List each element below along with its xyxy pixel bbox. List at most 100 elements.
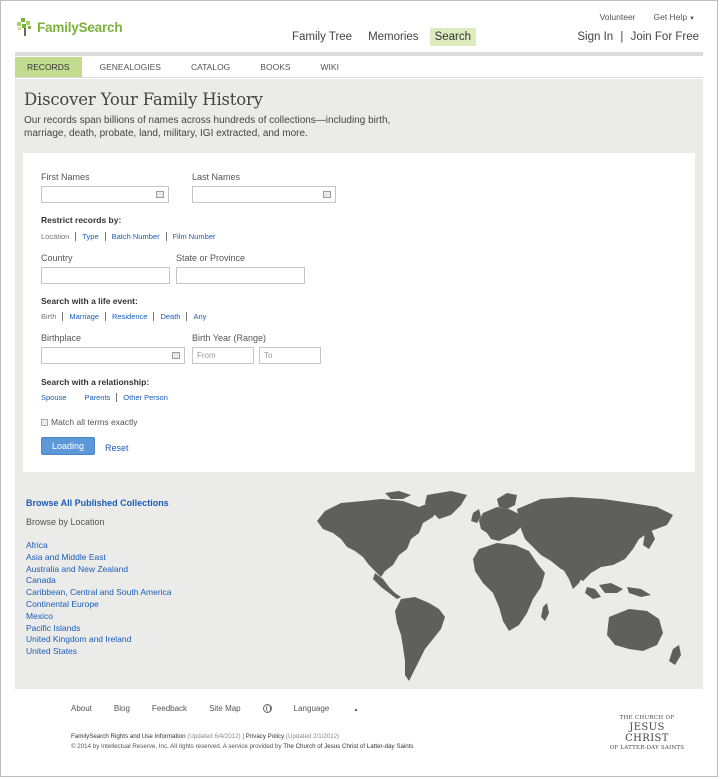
account-links: Sign In | Join For Free	[577, 31, 699, 43]
footer-feedback[interactable]: Feedback	[152, 704, 187, 713]
match-exact-checkbox[interactable]	[41, 418, 48, 426]
church-logo[interactable]: THE CHURCH OF JESUS CHRIST OF LATTER-DAY…	[607, 715, 687, 751]
restrict-options: Location Type Batch Number Film Number	[41, 232, 221, 241]
footer-blog[interactable]: Blog	[114, 704, 130, 713]
church-logo-line-2: JESUS CHRIST	[625, 722, 669, 744]
restrict-heading: Restrict records by:	[41, 215, 122, 225]
event-any[interactable]: Any	[186, 312, 212, 321]
first-names-label: First Names	[41, 172, 90, 182]
tab-catalog[interactable]: CATALOG	[179, 57, 242, 77]
to-placeholder: To	[264, 351, 273, 360]
restrict-film-number[interactable]: Film Number	[165, 232, 222, 241]
restrict-type[interactable]: Type	[75, 232, 104, 241]
last-names-input[interactable]	[192, 186, 336, 203]
chevron-down-icon: ▼	[689, 16, 695, 22]
globe-icon	[262, 704, 272, 713]
relation-spouse[interactable]: Spouse	[41, 393, 78, 402]
relationship-options: Spouse Parents Other Person	[41, 393, 174, 402]
tab-books[interactable]: BOOKS	[248, 57, 302, 77]
life-event-options: Birth Marriage Residence Death Any	[41, 312, 212, 321]
restrict-location[interactable]: Location	[41, 232, 75, 241]
page-subtitle: Our records span billions of names acros…	[24, 115, 391, 139]
search-button[interactable]: Loading	[41, 437, 95, 455]
church-logo-line-3: OF LATTER-DAY SAINTS	[609, 745, 685, 751]
footer-about[interactable]: About	[71, 704, 92, 713]
get-help-label: Get Help	[653, 12, 688, 22]
location-link[interactable]: United Kingdom and Ireland	[26, 634, 172, 646]
nav-memories[interactable]: Memories	[363, 28, 423, 46]
caret-icon: ▲	[353, 707, 359, 713]
restrict-batch-number[interactable]: Batch Number	[104, 232, 166, 241]
world-map[interactable]	[311, 489, 689, 685]
match-exact-option[interactable]: Match all terms exactly	[41, 417, 137, 427]
separator: |	[620, 31, 624, 43]
nav-search[interactable]: Search	[429, 28, 476, 46]
separator: |	[242, 733, 244, 740]
browse-all-collections-link[interactable]: Browse All Published Collections	[26, 498, 169, 508]
event-birth[interactable]: Birth	[41, 312, 62, 321]
footer-site-map[interactable]: Site Map	[209, 704, 241, 713]
rights-link[interactable]: FamilySearch Rights and Use Information	[71, 733, 186, 740]
relation-other-person[interactable]: Other Person	[116, 393, 174, 402]
event-death[interactable]: Death	[153, 312, 186, 321]
familysearch-logo[interactable]: FamilySearch	[15, 17, 123, 37]
header-divider	[15, 52, 703, 56]
relation-parents[interactable]: Parents	[78, 393, 116, 402]
reset-link[interactable]: Reset	[105, 443, 129, 453]
match-exact-label: Match all terms exactly	[51, 417, 138, 427]
nav-family-tree[interactable]: Family Tree	[287, 28, 357, 46]
location-link[interactable]: United States	[26, 646, 172, 658]
tab-genealogies[interactable]: GENEALOGIES	[88, 57, 173, 77]
location-link[interactable]: Australia and New Zealand	[26, 564, 172, 576]
language-label: Language	[293, 704, 330, 713]
state-input[interactable]	[176, 267, 305, 284]
birth-year-from-input[interactable]: From	[192, 347, 254, 364]
copyright-text: © 2014 by Intellectual Reserve, Inc. All…	[71, 743, 282, 750]
church-link[interactable]: The Church of Jesus Christ of Latter-day…	[283, 743, 413, 750]
location-link[interactable]: Asia and Middle East	[26, 552, 172, 564]
browse-by-location-heading: Browse by Location	[26, 517, 105, 527]
name-picker-icon[interactable]	[323, 191, 331, 198]
country-input[interactable]	[41, 267, 170, 284]
main-content: Discover Your Family History Our records…	[15, 79, 703, 689]
footer-links: About Blog Feedback Site Map Language ▲	[71, 704, 402, 713]
event-residence[interactable]: Residence	[105, 312, 153, 321]
tab-records[interactable]: RECORDS	[15, 57, 82, 77]
sign-in-link[interactable]: Sign In	[577, 31, 613, 43]
event-marriage[interactable]: Marriage	[62, 312, 105, 321]
location-list: Africa Asia and Middle East Australia an…	[26, 540, 172, 658]
location-link[interactable]: Africa	[26, 540, 172, 552]
legal-line-2: © 2014 by Intellectual Reserve, Inc. All…	[71, 742, 414, 752]
location-link[interactable]: Caribbean, Central and South America	[26, 587, 172, 599]
birthplace-input[interactable]	[41, 347, 185, 364]
privacy-link[interactable]: Privacy Policy	[246, 733, 285, 740]
location-link[interactable]: Canada	[26, 575, 172, 587]
place-picker-icon[interactable]	[172, 352, 180, 359]
sub-nav: RECORDS GENEALOGIES CATALOG BOOKS WIKI	[15, 57, 703, 78]
page-frame: FamilySearch Family Tree Memories Search…	[0, 0, 718, 777]
birth-year-to-input[interactable]: To	[259, 347, 321, 364]
volunteer-link[interactable]: Volunteer	[600, 12, 636, 22]
birth-year-label: Birth Year (Range)	[192, 333, 267, 343]
first-names-input[interactable]	[41, 186, 169, 203]
privacy-updated: (Updated 2/1/2012)	[285, 733, 340, 740]
legal-line-1: FamilySearch Rights and Use Information …	[71, 732, 414, 742]
tab-wiki[interactable]: WIKI	[309, 57, 351, 77]
state-label: State or Province	[176, 253, 246, 263]
top-nav: Family Tree Memories Search	[287, 28, 482, 46]
life-event-heading: Search with a life event:	[41, 296, 138, 306]
location-link[interactable]: Continental Europe	[26, 599, 172, 611]
location-link[interactable]: Pacific Islands	[26, 623, 172, 635]
birthplace-label: Birthplace	[41, 333, 82, 343]
tree-logo-icon	[17, 18, 31, 36]
get-help-link[interactable]: Get Help ▼	[654, 12, 696, 22]
name-picker-icon[interactable]	[156, 191, 164, 198]
utility-links: Volunteer Get Help ▼	[600, 12, 695, 22]
search-form: First Names Last Names Restrict records …	[23, 153, 695, 472]
church-logo-line-1: THE CHURCH OF	[619, 715, 675, 721]
language-selector[interactable]: Language ▲	[262, 704, 381, 713]
last-names-label: Last Names	[192, 172, 241, 182]
join-link[interactable]: Join For Free	[631, 31, 699, 43]
legal-text: FamilySearch Rights and Use Information …	[71, 732, 414, 752]
location-link[interactable]: Mexico	[26, 611, 172, 623]
